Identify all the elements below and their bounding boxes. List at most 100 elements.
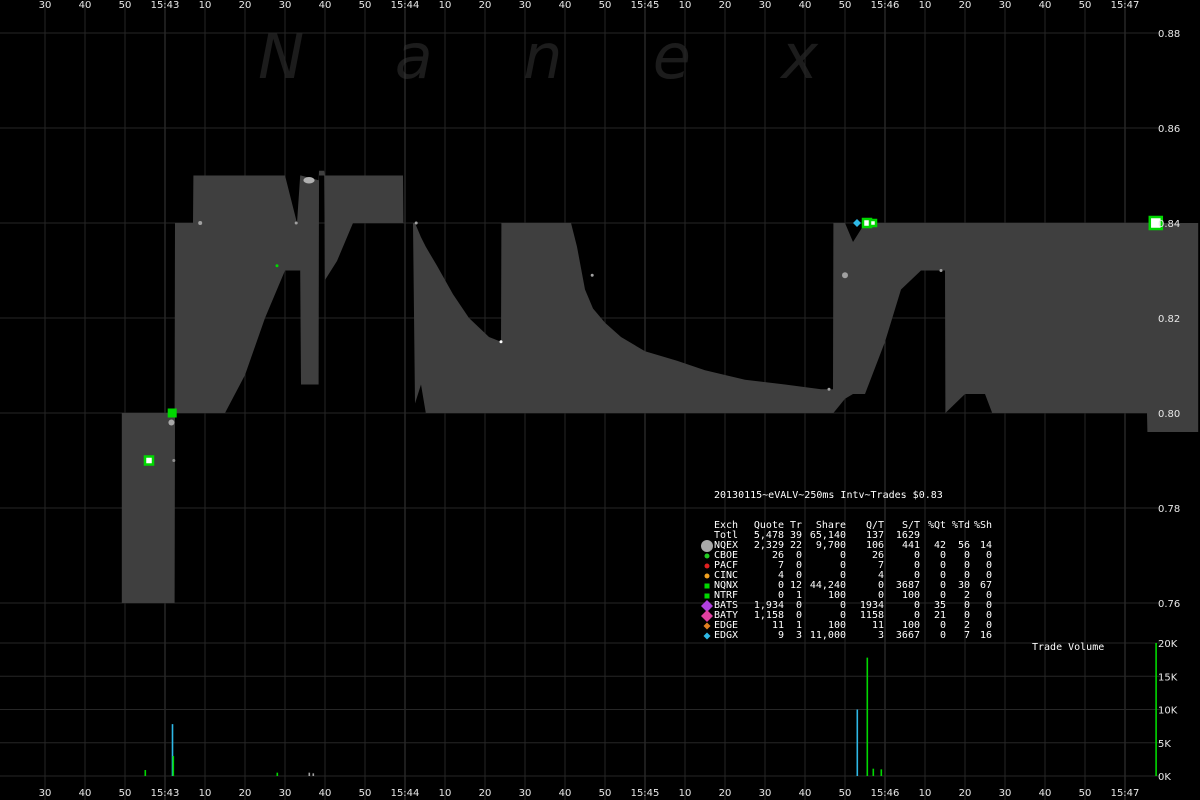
x-tick-label: 15:43 <box>151 788 180 799</box>
stats-cell: 3 <box>795 630 802 641</box>
x-tick-label: 15:43 <box>151 0 180 11</box>
symbol-shape <box>704 553 710 559</box>
price-tick-label: 0.82 <box>1158 314 1180 325</box>
volume-bar <box>880 769 883 776</box>
x-tick-label: 10 <box>919 788 932 799</box>
symbol-shape <box>704 583 710 589</box>
stats-row: EDGX 9 3 11,000 3 3667 0 7 16 <box>700 631 992 641</box>
x-tick-label: 50 <box>359 788 372 799</box>
volume-bar <box>872 768 875 776</box>
stats-row: NQEX 2,329 22 9,700 106 441 42 56 14 <box>700 540 992 552</box>
stats-cell: 16 <box>979 630 992 641</box>
stats-cell: 0 <box>939 630 946 641</box>
stats-row: NTRF 0 1 100 0 100 0 2 0 <box>700 591 992 601</box>
x-tick-label: 50 <box>119 788 132 799</box>
symbol-shape <box>704 573 710 579</box>
x-tick-label: 15:44 <box>391 0 420 11</box>
volume-bar <box>312 773 315 776</box>
exchange-stats-table: 20130115~eVALV~250ms Intv~Trades $0.83 E… <box>700 471 992 651</box>
x-tick-label: 30 <box>39 0 52 11</box>
x-tick-label: 40 <box>559 0 572 11</box>
x-tick-label: 15:45 <box>631 0 660 11</box>
trade-marker <box>167 408 177 418</box>
x-tick-label: 40 <box>559 788 572 799</box>
volume-bar <box>866 657 869 776</box>
x-tick-label: 30 <box>759 788 772 799</box>
volume-bar <box>144 770 147 776</box>
volume-bar <box>172 756 175 776</box>
x-tick-label: 20 <box>959 0 972 11</box>
x-tick-label: 10 <box>439 788 452 799</box>
price-tick-label: 0.78 <box>1158 504 1180 515</box>
trade-marker <box>939 269 943 272</box>
stats-row: PACF 7 0 0 7 0 0 0 0 <box>700 561 992 571</box>
x-tick-label: 20 <box>479 788 492 799</box>
trade-marker <box>499 340 503 344</box>
x-tick-label: 30 <box>759 0 772 11</box>
stats-row: CBOE 26 0 0 26 0 0 0 0 <box>700 551 992 561</box>
x-tick-label: 10 <box>199 788 212 799</box>
trade-marker <box>827 387 831 391</box>
symbol-shape <box>703 622 711 630</box>
x-tick-label: 40 <box>79 788 92 799</box>
x-tick-label: 40 <box>1039 0 1052 11</box>
volume-tick-label: 15K <box>1158 672 1178 683</box>
nanex-chart: N a n e x 30304040505015:4315:4310102020… <box>0 0 1200 800</box>
stats-title: 20130115~eVALV~250ms Intv~Trades $0.83 <box>714 490 943 501</box>
x-tick-label: 15:45 <box>631 788 660 799</box>
volume-bar <box>1155 643 1157 776</box>
x-tick-label: 15:46 <box>871 0 900 11</box>
x-tick-label: 40 <box>799 788 812 799</box>
x-tick-label: 20 <box>719 788 732 799</box>
x-tick-label: 50 <box>119 0 132 11</box>
x-tick-label: 50 <box>599 788 612 799</box>
x-tick-label: 30 <box>279 0 292 11</box>
volume-tick-label: 0K <box>1158 772 1171 783</box>
volume-tick-label: 10K <box>1158 706 1178 717</box>
stats-cell: 3 <box>877 630 884 641</box>
stats-cell: 7 <box>963 630 970 641</box>
x-tick-label: 20 <box>239 0 252 11</box>
x-tick-label: 15:44 <box>391 788 420 799</box>
stats-cell: %Sh <box>973 520 992 531</box>
x-tick-label: 15:47 <box>1111 0 1140 11</box>
stats-cell: 3667 <box>895 630 920 641</box>
stats-row: NQNX 0 12 44,240 0 3687 0 30 67 <box>700 581 992 591</box>
stats-row: CINC 4 0 0 4 0 0 0 0 <box>700 571 992 581</box>
symbol-shape <box>703 632 711 640</box>
x-tick-label: 10 <box>919 0 932 11</box>
x-tick-label: 30 <box>519 788 532 799</box>
volume-bar <box>856 709 859 776</box>
x-tick-label: 40 <box>1039 788 1052 799</box>
stats-row: Totl 5,478 39 65,140 137 1629 <box>700 531 992 541</box>
stats-cell: 9 <box>777 630 784 641</box>
x-tick-label: 10 <box>679 0 692 11</box>
x-tick-label: 50 <box>839 788 852 799</box>
x-tick-label: 20 <box>479 0 492 11</box>
stats-row: EDGE 11 1 100 11 100 0 2 0 <box>700 621 992 631</box>
price-tick-label: 0.76 <box>1158 599 1180 610</box>
x-tick-label: 15:46 <box>871 788 900 799</box>
x-tick-label: 30 <box>999 788 1012 799</box>
x-tick-label: 30 <box>279 788 292 799</box>
trade-marker <box>868 218 878 228</box>
x-tick-label: 50 <box>839 0 852 11</box>
trade-marker <box>303 177 315 184</box>
x-tick-label: 10 <box>439 0 452 11</box>
volume-tick-label: 5K <box>1158 739 1171 750</box>
volume-bar <box>276 772 279 776</box>
stats-header-row: Exch Quote Tr Share Q/T S/T %Qt %Td %Sh <box>700 521 992 531</box>
trade-marker <box>275 264 279 268</box>
x-tick-label: 20 <box>959 788 972 799</box>
x-tick-label: 50 <box>1079 0 1092 11</box>
volume-panel-title: Trade Volume <box>1032 642 1105 653</box>
trade-marker <box>172 459 176 462</box>
x-tick-label: 20 <box>719 0 732 11</box>
watermark: N a n e x <box>258 20 819 93</box>
stats-cell: %Qt <box>927 520 946 531</box>
x-tick-label: 40 <box>79 0 92 11</box>
volume-tick-label: 20K <box>1158 639 1178 650</box>
exchange-symbol-icon <box>700 630 714 642</box>
price-tick-label: 0.84 <box>1158 219 1180 230</box>
trade-marker <box>414 221 418 225</box>
